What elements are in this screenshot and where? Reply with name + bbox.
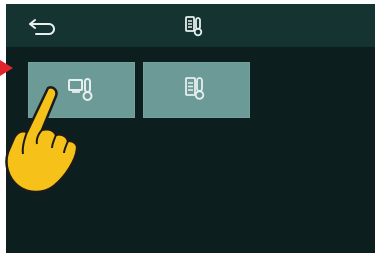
top-bar (6, 4, 375, 47)
thermostat-settings-icon (185, 16, 203, 37)
thermostat-settings-icon (185, 77, 205, 100)
thermostat-settings-tile[interactable] (143, 62, 250, 118)
back-arrow-icon (29, 19, 55, 35)
instruction-canvas (0, 0, 381, 257)
pointing-hand-icon (5, 86, 79, 194)
back-button[interactable] (24, 12, 64, 40)
red-pointer-arrow-icon (0, 60, 13, 76)
page-title-icon (183, 12, 207, 40)
